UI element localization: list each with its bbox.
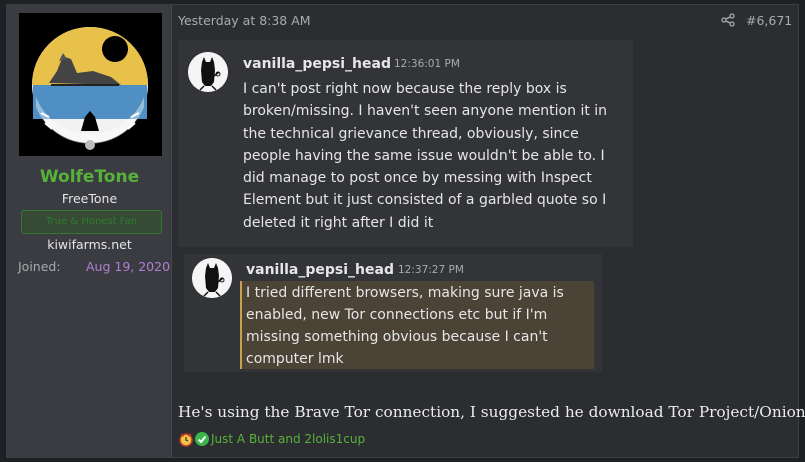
avatar-image — [19, 13, 162, 156]
reaction-users[interactable]: Just A Butt and 2lolis1cup — [211, 432, 365, 446]
quote-highlight: I tried different browsers, making sure … — [240, 281, 594, 369]
quote-time[interactable]: 12:36:01 PM — [394, 58, 460, 70]
quote-text: I can't post right now because the reply… — [243, 81, 608, 231]
quote-avatar[interactable] — [188, 52, 228, 92]
agree-icon — [195, 432, 209, 446]
post: WolfeTone FreeTone True & Honest Fan kiw… — [6, 4, 805, 458]
quote-avatar[interactable] — [192, 258, 232, 298]
post-number[interactable]: #6,671 — [746, 13, 792, 28]
quote-block: vanilla_pepsi_head 12:36:01 PM I can't p… — [178, 40, 633, 247]
joined-date: Aug 19, 2020 — [86, 259, 171, 274]
username[interactable]: WolfeTone — [7, 167, 172, 187]
post-body: He's using the Brave Tor connection, I s… — [178, 403, 805, 421]
quote-block: vanilla_pepsi_head 12:37:27 PM I tried d… — [184, 254, 602, 372]
post-timestamp[interactable]: Yesterday at 8:38 AM — [178, 13, 311, 28]
cat-avatar-icon — [192, 258, 232, 298]
share-icon[interactable] — [721, 13, 735, 27]
quote-text: I tried different browsers, making sure … — [246, 285, 564, 367]
informative-icon — [179, 433, 193, 447]
cat-avatar-icon — [188, 52, 228, 92]
quote-author[interactable]: vanilla_pepsi_head — [246, 262, 394, 278]
avatar[interactable] — [19, 13, 162, 156]
joined-label: Joined: — [18, 259, 61, 274]
user-sidebar: WolfeTone FreeTone True & Honest Fan kiw… — [7, 5, 172, 457]
quote-author[interactable]: vanilla_pepsi_head — [243, 56, 391, 72]
user-website: kiwifarms.net — [47, 237, 132, 252]
user-title: FreeTone — [61, 191, 118, 206]
user-banner: True & Honest Fan — [21, 210, 162, 234]
quote-time[interactable]: 12:37:27 PM — [398, 264, 464, 276]
